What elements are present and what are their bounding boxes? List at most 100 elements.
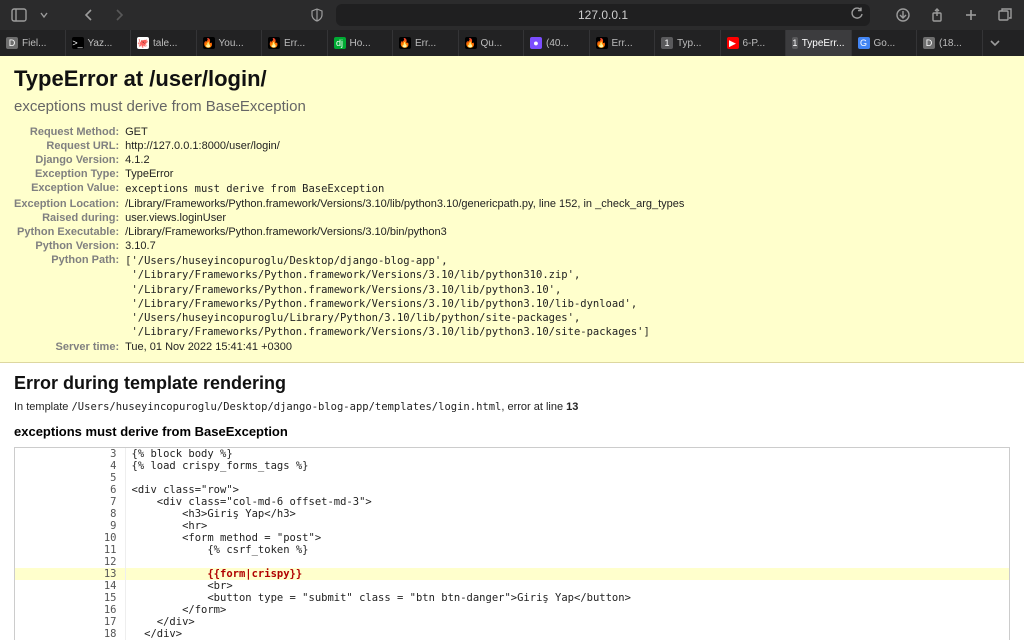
meta-row: Raised during:user.views.loginUser <box>14 211 684 225</box>
code-line-highlighted: 13 {{form|crispy}} <box>15 568 1009 580</box>
address-bar[interactable]: 127.0.0.1 <box>336 4 870 26</box>
template-source-code: 3{% block body %}4{% load crispy_forms_t… <box>14 447 1010 640</box>
meta-key: Raised during: <box>14 211 125 225</box>
browser-tab[interactable]: GGo... <box>852 30 918 56</box>
template-error-info: In template /Users/huseyincopuroglu/Desk… <box>14 400 1010 414</box>
sidebar-toggle-button[interactable] <box>8 4 30 26</box>
line-number: 4 <box>15 460 125 472</box>
code-content: <h3>Giriş Yap</h3> <box>125 508 1009 520</box>
browser-tab[interactable]: >_Yaz... <box>66 30 132 56</box>
back-button[interactable] <box>78 4 100 26</box>
tab-favicon: ● <box>530 37 542 49</box>
tab-bar: DFiel...>_Yaz...🐙tale...🔥You...🔥Err...dj… <box>0 30 1024 56</box>
template-info-suffix: , error at line <box>501 401 566 413</box>
browser-tab[interactable]: ●(40... <box>524 30 590 56</box>
browser-tab[interactable]: ▶6-P... <box>721 30 787 56</box>
code-line: 5 <box>15 472 1009 484</box>
browser-tab[interactable]: DFiel... <box>0 30 66 56</box>
browser-toolbar: 127.0.0.1 <box>0 0 1024 30</box>
template-error-line: 13 <box>566 401 578 413</box>
line-number: 11 <box>15 544 125 556</box>
shield-icon[interactable] <box>306 4 328 26</box>
meta-row: Python Executable:/Library/Frameworks/Py… <box>14 225 684 239</box>
tab-label: Ho... <box>350 38 371 49</box>
forward-button[interactable] <box>108 4 130 26</box>
tab-overflow-button[interactable] <box>983 30 1007 56</box>
meta-key: Exception Type: <box>14 167 125 181</box>
meta-row: Exception Type:TypeError <box>14 167 684 181</box>
django-error-header: TypeError at /user/login/ exceptions mus… <box>0 56 1024 363</box>
browser-tab[interactable]: 🔥You... <box>197 30 263 56</box>
error-meta-table: Request Method:GETRequest URL:http://127… <box>14 125 684 354</box>
browser-tab[interactable]: 🔥Err... <box>262 30 328 56</box>
meta-value: 4.1.2 <box>125 153 684 167</box>
meta-key: Request URL: <box>14 139 125 153</box>
browser-tab[interactable]: 🔥 Err... <box>590 30 656 56</box>
line-number: 14 <box>15 580 125 592</box>
tab-label: Yaz... <box>88 38 113 49</box>
code-content: <br> <box>125 580 1009 592</box>
browser-tab[interactable]: 1Typ... <box>655 30 721 56</box>
error-subtitle: exceptions must derive from BaseExceptio… <box>14 98 1010 125</box>
tab-favicon: ▶ <box>727 37 739 49</box>
meta-value: user.views.loginUser <box>125 211 684 225</box>
line-number: 10 <box>15 532 125 544</box>
tab-favicon: 🐙 <box>137 37 149 49</box>
new-tab-button[interactable] <box>960 4 982 26</box>
tab-label: Err... <box>612 38 633 49</box>
tab-favicon: D <box>923 37 935 49</box>
line-number: 17 <box>15 616 125 628</box>
code-content: <div class="row"> <box>125 484 1009 496</box>
tab-label: Err... <box>415 38 436 49</box>
template-error-section: Error during template rendering In templ… <box>0 363 1024 640</box>
error-title: TypeError at /user/login/ <box>14 66 1010 98</box>
meta-key: Server time: <box>14 340 125 354</box>
code-line: 7 <div class="col-md-6 offset-md-3"> <box>15 496 1009 508</box>
downloads-button[interactable] <box>892 4 914 26</box>
meta-row: Request Method:GET <box>14 125 684 139</box>
code-content: <form method = "post"> <box>125 532 1009 544</box>
toolbar-menu-chevron[interactable] <box>38 4 50 26</box>
browser-tab[interactable]: D (18... <box>917 30 983 56</box>
tab-favicon: 🔥 <box>399 37 411 49</box>
page-content[interactable]: TypeError at /user/login/ exceptions mus… <box>0 56 1024 640</box>
browser-tab[interactable]: 1TypeErr... <box>786 30 852 56</box>
meta-key: Request Method: <box>14 125 125 139</box>
meta-row: Request URL:http://127.0.0.1:8000/user/l… <box>14 139 684 153</box>
browser-chrome: 127.0.0.1 DFiel...>_Yaz... 🐙 tale... 🔥You..… <box>0 0 1024 56</box>
meta-row: Server time:Tue, 01 Nov 2022 15:41:41 +0… <box>14 340 684 354</box>
browser-tab[interactable]: 🔥Qu... <box>459 30 525 56</box>
reload-button[interactable] <box>850 7 864 21</box>
code-content: </div> <box>125 628 1009 640</box>
tab-favicon: 1 <box>792 37 798 49</box>
meta-value: http://127.0.0.1:8000/user/login/ <box>125 139 684 153</box>
meta-row: Python Version:3.10.7 <box>14 239 684 253</box>
tab-label: (18... <box>939 38 962 49</box>
tab-favicon: G <box>858 37 870 49</box>
code-content: <button type = "submit" class = "btn btn… <box>125 592 1009 604</box>
meta-value: /Library/Frameworks/Python.framework/Ver… <box>125 197 684 211</box>
browser-tab[interactable]: 🔥 Err... <box>393 30 459 56</box>
share-button[interactable] <box>926 4 948 26</box>
tab-favicon: 🔥 <box>596 37 608 49</box>
line-number: 9 <box>15 520 125 532</box>
line-number: 18 <box>15 628 125 640</box>
code-line: 17 </div> <box>15 616 1009 628</box>
tab-favicon: dj <box>334 37 346 49</box>
tab-label: tale... <box>153 38 177 49</box>
tab-overview-button[interactable] <box>994 4 1016 26</box>
line-number: 7 <box>15 496 125 508</box>
meta-row: Exception Value:exceptions must derive f… <box>14 181 684 197</box>
tab-label: Typ... <box>677 38 701 49</box>
code-line: 10 <form method = "post"> <box>15 532 1009 544</box>
line-number: 16 <box>15 604 125 616</box>
browser-tab[interactable]: 🐙 tale... <box>131 30 197 56</box>
meta-value: Tue, 01 Nov 2022 15:41:41 +0300 <box>125 340 684 354</box>
meta-row: Exception Location:/Library/Frameworks/P… <box>14 197 684 211</box>
browser-tab[interactable]: dj Ho... <box>328 30 394 56</box>
meta-key: Exception Location: <box>14 197 125 211</box>
template-error-heading: Error during template rendering <box>14 373 1010 394</box>
tab-favicon: 🔥 <box>465 37 477 49</box>
line-number: 5 <box>15 472 125 484</box>
template-error-message: exceptions must derive from BaseExceptio… <box>14 424 1010 439</box>
